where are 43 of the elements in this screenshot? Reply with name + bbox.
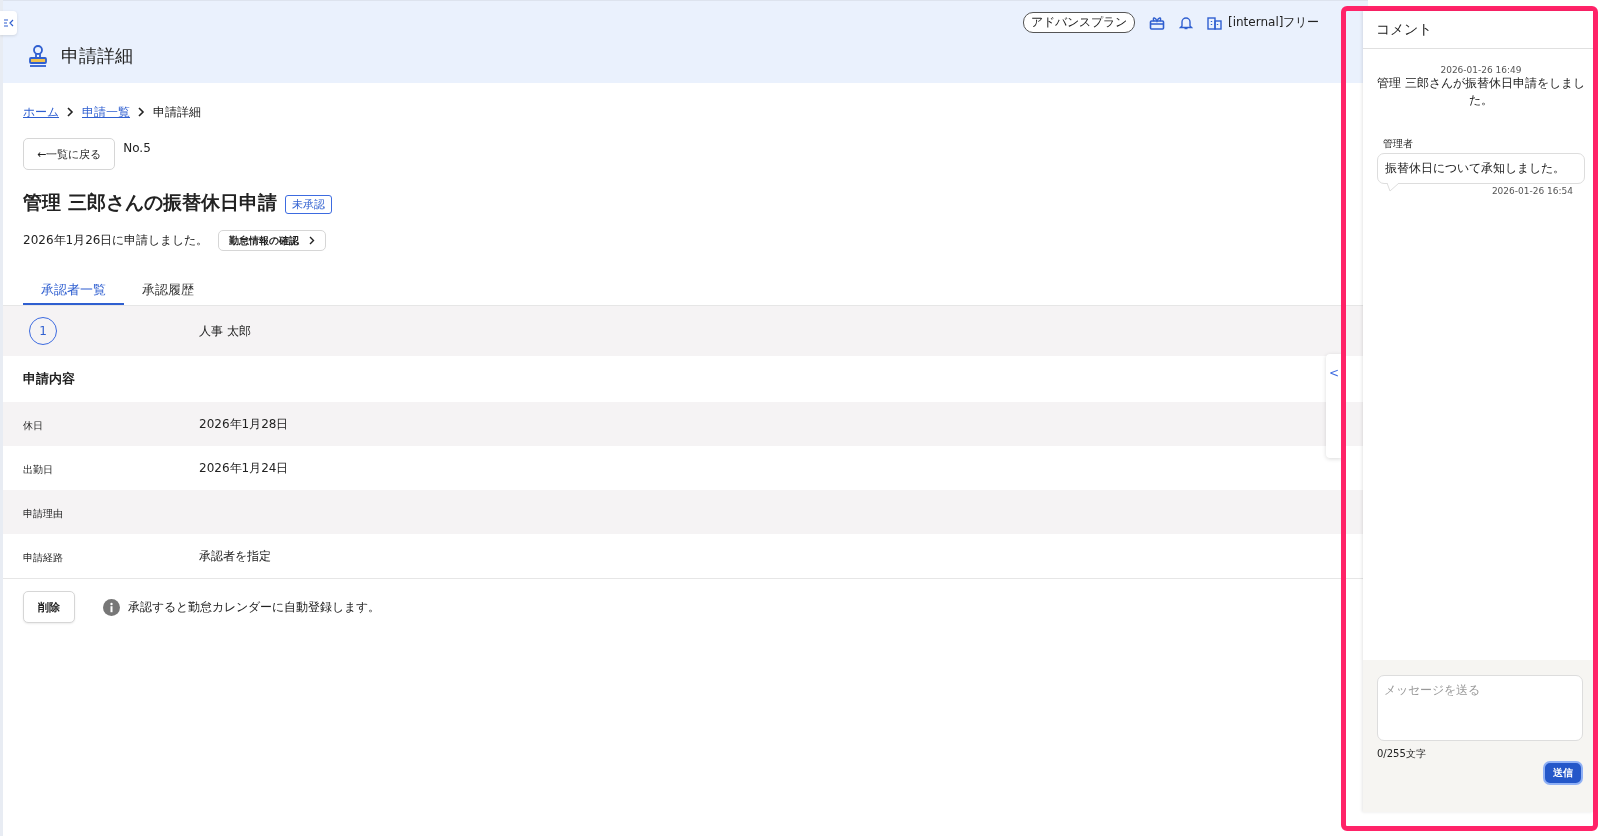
field-value: 2026年1月28日: [199, 415, 289, 433]
info-icon: [103, 598, 120, 616]
message-time: 2026-01-26 16:54: [1491, 186, 1573, 196]
field-value: 2026年1月24日: [199, 459, 289, 477]
submitted-text: 2026年1月26日に申請しました。: [23, 232, 209, 249]
delete-button[interactable]: 削除: [23, 591, 75, 623]
send-button[interactable]: 送信: [1543, 761, 1583, 785]
comment-side-tab[interactable]: <: [1326, 354, 1342, 458]
notice-text: 承認すると勤怠カレンダーに自動登録します。: [128, 599, 380, 615]
field-value: 承認者を指定: [199, 547, 271, 565]
character-counter: 0/255文字: [1377, 747, 1427, 761]
gift-icon[interactable]: [1149, 15, 1165, 30]
system-message: 管理 三郎さんが振替休日申請をしました。: [1377, 75, 1585, 109]
plan-badge: アドバンスプラン: [1023, 12, 1135, 33]
back-button[interactable]: ←一覧に戻る: [23, 138, 116, 170]
message-input[interactable]: メッセージを送る: [1377, 675, 1583, 741]
stamp-icon: [27, 44, 49, 68]
field-label: 申請理由: [23, 506, 64, 521]
bell-icon[interactable]: [1179, 15, 1193, 30]
message-author: 管理者: [1383, 137, 1414, 151]
section-title: 申請内容: [23, 370, 75, 388]
chevron-icon: [67, 107, 74, 117]
message-time: 2026-01-26 16:49: [1440, 65, 1522, 75]
organization-name[interactable]: [internal]フリー: [1228, 14, 1320, 31]
approver-name: 人事 太郎: [199, 322, 251, 340]
request-number: No.5: [123, 141, 151, 155]
status-badge: 未承認: [284, 195, 332, 214]
field-label: 出勤日: [23, 462, 54, 477]
chevron-icon: [309, 236, 316, 245]
breadcrumb-link[interactable]: ホーム: [23, 103, 59, 121]
tab[interactable]: 承認履歴: [124, 281, 212, 305]
attendance-button[interactable]: 勤怠情報の確認: [218, 230, 327, 251]
sidebar-toggle-icon[interactable]: [0, 11, 17, 35]
field-label: 休日: [23, 418, 44, 433]
panel-title: コメント: [1363, 11, 1593, 49]
page-title: 申請詳細: [61, 44, 133, 68]
building-icon: [1207, 15, 1222, 30]
chevron-icon: [138, 107, 145, 117]
request-title: 管理 三郎さんの振替休日申請: [23, 190, 277, 215]
breadcrumb-link[interactable]: 申請一覧: [82, 103, 130, 121]
breadcrumb-current: 申請詳細: [153, 103, 201, 121]
message-text: 振替休日について承知しました。: [1385, 161, 1565, 175]
field-label: 申請経路: [23, 550, 64, 565]
